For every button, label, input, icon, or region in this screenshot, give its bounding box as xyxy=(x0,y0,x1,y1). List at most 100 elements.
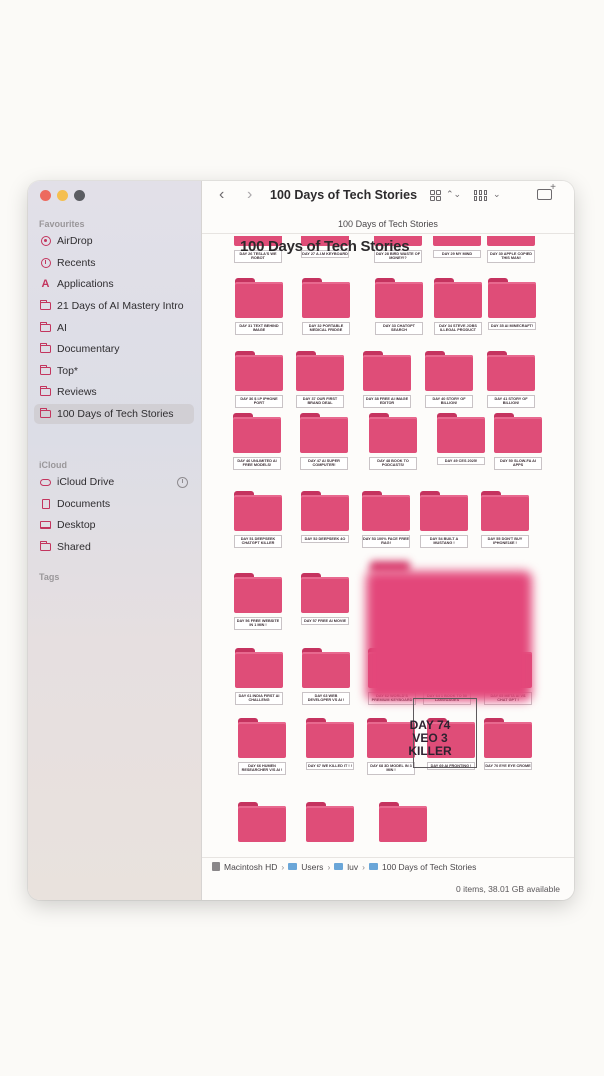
forward-button[interactable]: › xyxy=(247,187,252,203)
folder-icon[interactable] xyxy=(302,648,350,688)
chevron-down-icon[interactable]: ⌄ xyxy=(493,189,501,200)
sidebar-item-ai[interactable]: AI xyxy=(34,318,194,338)
path-item[interactable]: Macintosh HD xyxy=(224,862,277,872)
minimize-window-button[interactable] xyxy=(57,190,68,201)
folder-icon[interactable] xyxy=(434,278,482,318)
folder-label[interactable]: DAY 33 CHATGPT SEARCH xyxy=(375,322,423,335)
folder-icon[interactable] xyxy=(234,573,282,613)
folder-label[interactable]: DAY 40 STORY OF BILLION! xyxy=(425,395,473,408)
new-folder-icon[interactable] xyxy=(537,182,556,200)
sidebar-item-desktop[interactable]: Desktop xyxy=(34,515,194,535)
folder-label[interactable]: DAY 36 $ I.P IPHONE PORT xyxy=(235,395,283,408)
icon-view-icon[interactable] xyxy=(430,190,441,201)
folder-icon[interactable] xyxy=(487,351,535,391)
folder-icon xyxy=(40,386,51,398)
folder-icon[interactable] xyxy=(302,278,350,318)
folder-label[interactable]: DAY 49 CES 2025! xyxy=(437,457,485,466)
folder-label[interactable]: DAY 70 EYE EYE CROME xyxy=(484,762,532,771)
sidebar-item-100-days[interactable]: 100 Days of Tech Stories xyxy=(34,404,194,424)
folder-label[interactable]: DAY 31 TEXT BEHIND IMAGE xyxy=(235,322,283,335)
folder-label[interactable]: DAY 34 STEVE JOBS ILLEGAL PRODUCT xyxy=(434,322,482,335)
folder-icon[interactable] xyxy=(494,413,542,453)
folder-icon[interactable] xyxy=(425,351,473,391)
folder-label[interactable]: DAY 48 BOOK TO PODCASTS! xyxy=(369,457,417,470)
back-button[interactable]: ‹ xyxy=(219,187,224,203)
folder-icon[interactable] xyxy=(488,278,536,318)
sidebar-item-reviews[interactable]: Reviews xyxy=(34,382,194,402)
folder-label[interactable]: DAY 35 AI MINECRAFT! xyxy=(488,322,536,331)
folder-label[interactable]: DAY 32 PORTABLE MEDICAL FRIDGE xyxy=(302,322,350,335)
folder-icon xyxy=(40,300,51,312)
folder-label[interactable]: DAY 50 SLOW-FA AI APPS xyxy=(494,457,542,470)
sidebar-item-shared[interactable]: Shared xyxy=(34,537,194,557)
folder-icon[interactable] xyxy=(301,491,349,531)
folder-label[interactable]: DAY 46 UNLIMITED AI FREE MODELS! xyxy=(233,457,281,470)
path-item[interactable]: luv xyxy=(347,862,358,872)
sidebar-item-label: 100 Days of Tech Stories xyxy=(57,408,174,420)
folder-icon[interactable] xyxy=(379,802,427,842)
folder-label[interactable]: DAY 68 3D MODEL IN 3 MIN ! xyxy=(367,762,415,775)
group-by-icon[interactable] xyxy=(474,190,487,201)
storage-progress-icon[interactable] xyxy=(177,476,188,488)
finder-window: Favourites AirDrop Recents A Application… xyxy=(28,181,574,900)
folder-label[interactable]: DAY 41 STORY OF BILLION! xyxy=(487,395,535,408)
folder-label[interactable]: DAY 37 OUR FIRST BRAND DEAL xyxy=(296,395,344,408)
folder-label[interactable]: DAY 66 HUMEN RESEARCHER V/S AI ! xyxy=(238,762,286,775)
folder-icon[interactable] xyxy=(296,351,344,391)
folder-icon[interactable] xyxy=(235,351,283,391)
folder-icon[interactable] xyxy=(369,413,417,453)
sidebar-item-21-days[interactable]: 21 Days of AI Mastery Intro xyxy=(34,296,194,316)
folder-label[interactable]: DAY 54 BUILT A MUSTANG ! xyxy=(420,535,468,548)
folder-icon[interactable] xyxy=(300,413,348,453)
folder-label[interactable]: DAY 47 AI SUPER COMPUTER! xyxy=(300,457,348,470)
folder-icon[interactable] xyxy=(235,648,283,688)
folder-label[interactable]: DAY 57 FREE AI MOVIE xyxy=(301,617,349,626)
folder-label[interactable]: DAY 51 DEEPSEEK CHATGPT KILLER xyxy=(234,535,282,548)
folder-label[interactable]: DAY 55 DON'T BUY IPHONE16E ! xyxy=(481,535,529,548)
folder-icon[interactable] xyxy=(362,491,410,531)
sidebar-item-top[interactable]: Top* xyxy=(34,361,194,381)
folder-icon[interactable] xyxy=(238,718,286,758)
sidebar-item-applications[interactable]: A Applications xyxy=(34,274,194,294)
folder-label[interactable]: DAY 29 MY MIND xyxy=(433,250,481,259)
path-item[interactable]: 100 Days of Tech Stories xyxy=(382,862,476,872)
folder-icon[interactable] xyxy=(437,413,485,453)
folder-icon[interactable] xyxy=(481,491,529,531)
blurred-overlay xyxy=(366,571,532,701)
sidebar-item-documentary[interactable]: Documentary xyxy=(34,339,194,359)
folder-label[interactable]: DAY 53 100% FACE FREE RAG! xyxy=(362,535,410,548)
folder-icon[interactable] xyxy=(375,278,423,318)
folder-icon[interactable] xyxy=(487,236,535,246)
folder-icon[interactable] xyxy=(233,413,281,453)
folder-label[interactable]: DAY 67 WE KILLED IT ! ! xyxy=(306,762,354,771)
view-options-chevron-icon[interactable]: ⌃⌄ xyxy=(446,189,461,200)
window-controls xyxy=(40,190,85,201)
path-item[interactable]: Users xyxy=(301,862,323,872)
folder-icon[interactable] xyxy=(235,278,283,318)
folder-icon[interactable] xyxy=(306,718,354,758)
sidebar-item-airdrop[interactable]: AirDrop xyxy=(34,231,194,251)
path-header: 100 Days of Tech Stories xyxy=(202,219,574,234)
folder-label[interactable]: DAY 52 DEEPSEEK 4O xyxy=(301,535,349,544)
folder-label[interactable]: DAY 63 WEB DEVELOPER VS AI ! xyxy=(302,692,350,705)
folder-icon[interactable] xyxy=(234,491,282,531)
folder-icon[interactable] xyxy=(420,491,468,531)
clock-icon xyxy=(40,258,51,269)
sidebar-item-icloud-drive[interactable]: iCloud Drive xyxy=(34,472,194,492)
zoom-window-button[interactable] xyxy=(74,190,85,201)
folder-icon[interactable] xyxy=(484,718,532,758)
folder-icon[interactable] xyxy=(238,802,286,842)
sidebar-item-label: 21 Days of AI Mastery Intro xyxy=(57,300,184,312)
folder-label[interactable]: DAY 56 FREE WEBSITE IN 1 MIN ! xyxy=(234,617,282,630)
folder-label[interactable]: DAY 30 APPLE COPIED THIS MAN! xyxy=(487,250,535,263)
folder-icon[interactable] xyxy=(306,802,354,842)
folder-icon[interactable] xyxy=(363,351,411,391)
sidebar-item-documents[interactable]: Documents xyxy=(34,494,194,514)
folder-icon[interactable] xyxy=(301,573,349,613)
folder-label[interactable]: DAY 38 FREE AI IMAGE EDITOR xyxy=(363,395,411,408)
close-window-button[interactable] xyxy=(40,190,51,201)
sidebar-item-recents[interactable]: Recents xyxy=(34,253,194,273)
folder-label[interactable]: DAY 61 INDIA FIRST AI CHALLENG xyxy=(235,692,283,705)
folder-icon xyxy=(40,343,51,355)
folder-icon[interactable] xyxy=(433,236,481,246)
